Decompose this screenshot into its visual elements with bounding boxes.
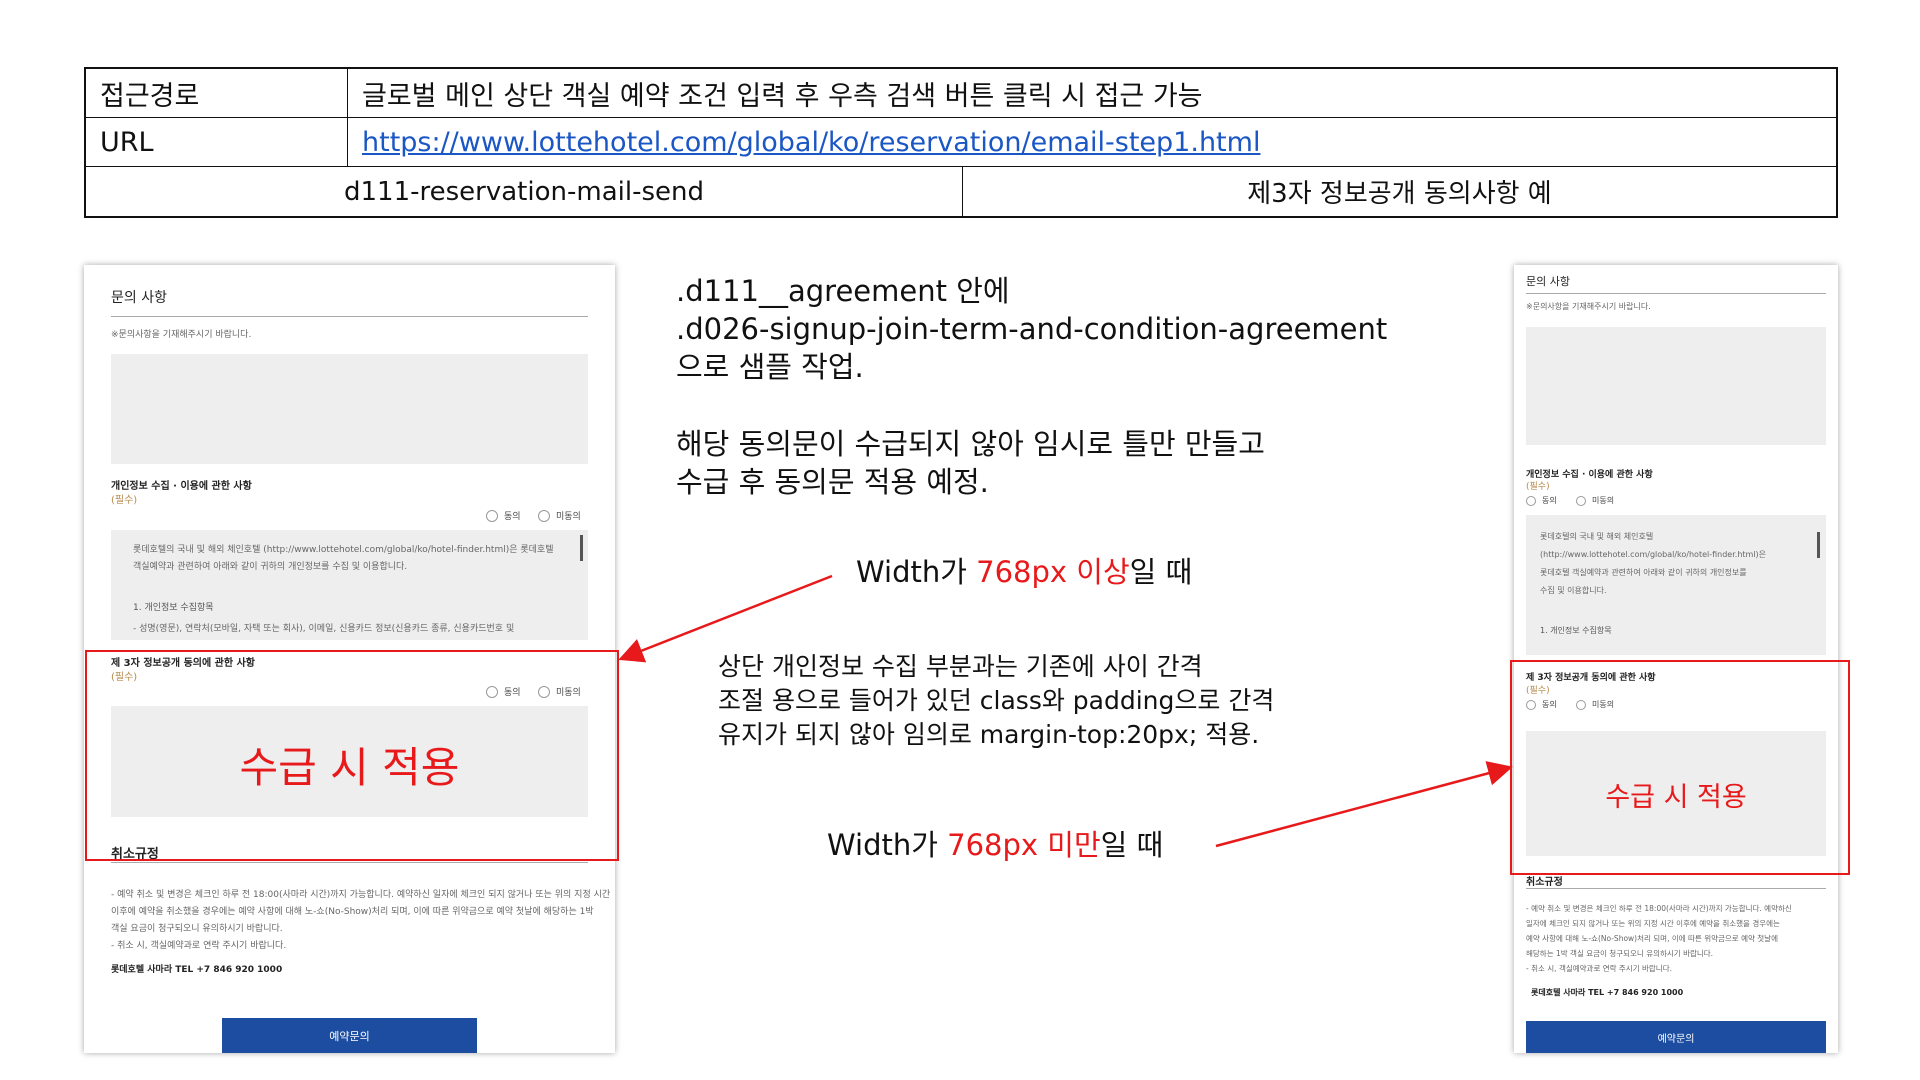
cancel-line-3: 예약 사항에 대해 노-쇼(No-Show)처리 되며, 이에 따른 위약금으로… <box>1526 934 1778 943</box>
divider <box>1526 888 1826 889</box>
cancel-line-4: 해당하는 1박 객실 요금이 청구되오니 유의하시기 바랍니다. <box>1526 949 1714 958</box>
note-mid-3: 유지가 되지 않아 임의로 margin-top:20px; 적용. <box>718 720 1260 749</box>
note-mid-1: 상단 개인정보 수집 부분과는 기존에 사이 간격 <box>718 652 1203 681</box>
note-line-2: .d026-signup-join-term-and-condition-agr… <box>676 312 1388 346</box>
note-line-3: 으로 샘플 작업. <box>676 350 864 384</box>
note-narrow-red: 768px 미만 <box>947 828 1101 862</box>
agree-label: 동의 <box>1542 496 1557 505</box>
hotel-tel: 롯데호텔 사마라 TEL +7 846 920 1000 <box>1531 988 1684 997</box>
note-mid-2: 조절 용으로 들어가 있던 class와 padding으로 간격 <box>718 686 1275 715</box>
info-table: 접근경로 글로벌 메인 상단 객실 예약 조건 입력 후 우측 검색 버튼 클릭… <box>84 67 1838 218</box>
note-narrow: Width가 768px 미만일 때 <box>827 826 1163 864</box>
privacy-disagree-radio[interactable]: 미동의 <box>538 509 581 522</box>
inquiry-hint: ※문의사항을 기재해주시기 바랍니다. <box>1526 302 1651 311</box>
cancel-line-1: - 예약 취소 및 변경은 체크인 하루 전 18:00(사마라 시간)까지 가… <box>1526 904 1792 913</box>
note-narrow-suffix: 일 때 <box>1100 828 1164 862</box>
submit-button[interactable]: 예약문의 <box>1526 1021 1826 1053</box>
privacy-line-2: (http://www.lottehotel.com/global/ko/hot… <box>1540 550 1767 559</box>
inquiry-title: 문의 사항 <box>111 290 167 306</box>
inquiry-title: 문의 사항 <box>1526 275 1570 288</box>
cancel-title: 취소규정 <box>1526 877 1563 888</box>
hotel-tel: 롯데호텔 사마라 TEL +7 846 920 1000 <box>111 965 283 975</box>
url-label: URL <box>86 118 348 166</box>
disagree-label: 미동의 <box>1592 496 1615 505</box>
privacy-text: 롯데호텔의 국내 및 해외 체인호텔 (http://www.lottehote… <box>133 545 554 572</box>
inquiry-textarea[interactable] <box>111 354 588 464</box>
page-description: 제3자 정보공개 동의사항 예 <box>1247 179 1552 209</box>
cancel-line-5: - 취소 시, 객실예약과로 연락 주시기 바랍니다. <box>1526 964 1672 973</box>
submit-button[interactable]: 예약문의 <box>222 1018 477 1053</box>
note-wide-prefix: Width가 <box>856 555 977 589</box>
id-row: d111-reservation-mail-send 제3자 정보공개 동의사항… <box>86 167 1836 216</box>
privacy-terms-box[interactable]: 롯데호텔의 국내 및 해외 체인호텔 (http://www.lottehote… <box>1526 515 1826 655</box>
arrow-to-desktop-icon <box>618 574 833 663</box>
url-row: URL https://www.lottehotel.com/global/ko… <box>86 118 1836 167</box>
cancel-line-2: 일자에 체크인 되지 않거나 또는 위의 지정 시간 이후에 예약을 취소했을 … <box>1526 919 1780 928</box>
cancel-text-4: - 취소 시, 객실예약과로 연락 주시기 바랍니다. <box>111 941 287 951</box>
privacy-item-title: 1. 개인정보 수집항목 <box>1540 626 1612 635</box>
cancel-text-1: - 예약 취소 및 변경은 체크인 하루 전 18:00(사마라 시간)까지 가… <box>111 890 611 900</box>
disagree-label: 미동의 <box>556 512 581 522</box>
note-line-4: 해당 동의문이 수급되지 않아 임시로 틀만 만들고 <box>676 427 1265 461</box>
privacy-line-3: 롯데호텔 객실예약과 관련하여 아래와 같이 귀하의 개인정보를 <box>1540 568 1747 577</box>
arrow-to-mobile-icon <box>1215 761 1513 848</box>
mobile-highlight-frame <box>1510 660 1850 875</box>
note-line-5: 수급 후 동의문 적용 예정. <box>676 465 989 499</box>
inquiry-hint: ※문의사항을 기재해주시기 바랍니다. <box>111 330 252 340</box>
note-wide: Width가 768px 이상일 때 <box>856 553 1192 591</box>
page-id: d111-reservation-mail-send <box>86 167 963 216</box>
privacy-line-4: 수집 및 이용합니다. <box>1540 586 1607 595</box>
privacy-agree-radio[interactable]: 동의 <box>1526 495 1557 506</box>
note-wide-suffix: 일 때 <box>1129 555 1193 589</box>
route-label: 접근경로 <box>86 69 348 117</box>
privacy-title: 개인정보 수집 · 이용에 관한 사항 <box>111 481 252 492</box>
url-link[interactable]: https://www.lottehotel.com/global/ko/res… <box>362 127 1260 158</box>
privacy-agree-radio[interactable]: 동의 <box>486 509 521 522</box>
privacy-terms-box[interactable]: 롯데호텔의 국내 및 해외 체인호텔 (http://www.lottehote… <box>111 530 588 640</box>
agree-label: 동의 <box>504 512 521 522</box>
divider <box>1526 293 1826 294</box>
terms-scrollbar[interactable] <box>580 535 583 561</box>
terms-scrollbar[interactable] <box>1817 532 1820 558</box>
divider <box>111 316 588 317</box>
privacy-required: (필수) <box>111 495 138 506</box>
inquiry-textarea[interactable] <box>1526 327 1826 445</box>
note-narrow-prefix: Width가 <box>827 828 948 862</box>
radio-icon <box>1576 495 1586 506</box>
note-wide-red: 768px 이상 <box>976 555 1130 589</box>
radio-icon <box>1526 495 1536 506</box>
cancel-text-2: 이후에 예약을 취소했을 경우에는 예약 사항에 대해 노-쇼(No-Show)… <box>111 907 594 917</box>
route-row: 접근경로 글로벌 메인 상단 객실 예약 조건 입력 후 우측 검색 버튼 클릭… <box>86 69 1836 118</box>
privacy-item-text: - 성명(영문), 연락처(모바일, 자택 또는 회사), 이메일, 신용카드 … <box>133 624 515 634</box>
privacy-disagree-radio[interactable]: 미동의 <box>1576 495 1614 506</box>
radio-icon <box>486 509 498 522</box>
cancel-text-3: 객실 요금이 청구되오니 유의하시기 바랍니다. <box>111 924 283 934</box>
note-line-1: .d111__agreement 안에 <box>676 274 1010 308</box>
desktop-highlight-frame <box>85 650 619 861</box>
privacy-line-1: 롯데호텔의 국내 및 해외 체인호텔 <box>1540 532 1654 541</box>
route-value: 글로벌 메인 상단 객실 예약 조건 입력 후 우측 검색 버튼 클릭 시 접근… <box>362 80 1203 112</box>
url-value-cell: https://www.lottehotel.com/global/ko/res… <box>348 118 1836 166</box>
divider <box>111 862 588 863</box>
privacy-required: (필수) <box>1526 482 1550 492</box>
privacy-item-title: 1. 개인정보 수집항목 <box>133 603 214 613</box>
mobile-screenshot: 문의 사항 ※문의사항을 기재해주시기 바랍니다. 개인정보 수집 · 이용에 … <box>1514 265 1838 1053</box>
radio-icon <box>538 509 550 522</box>
